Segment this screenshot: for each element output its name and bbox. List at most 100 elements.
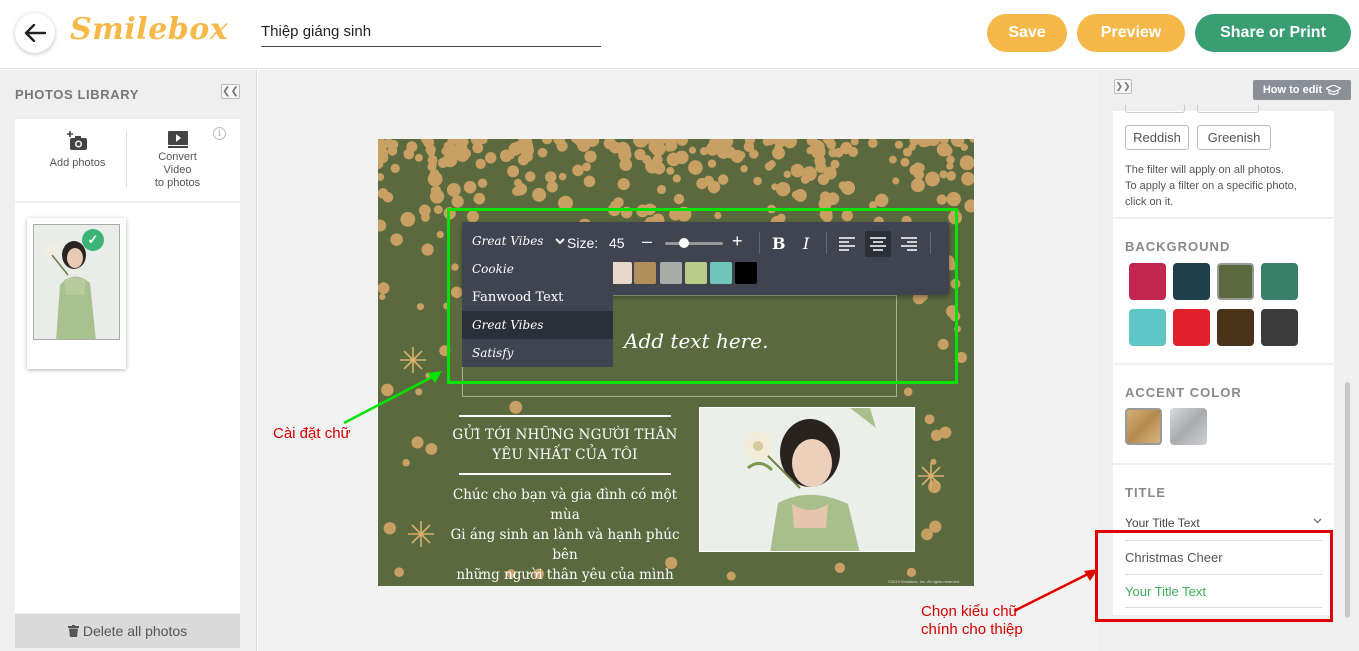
background-swatch[interactable] xyxy=(1173,263,1210,300)
filter-note-line: click on it. xyxy=(1125,196,1174,208)
size-slider[interactable] xyxy=(665,242,723,245)
annotation-right-note-line: Chọn kiểu chữ xyxy=(921,603,1019,620)
filter-button-partial[interactable] xyxy=(1197,105,1259,113)
convert-video-label-3: to photos xyxy=(154,177,201,189)
font-option-cookie[interactable]: Cookie xyxy=(462,255,613,283)
sparkle-star-icon xyxy=(408,521,434,547)
font-select-value: Great Vibes xyxy=(472,234,544,248)
convert-video-label-2: Video xyxy=(163,164,192,176)
filter-greenish-button[interactable]: Greenish xyxy=(1197,125,1271,150)
delete-all-photos-button[interactable]: Delete all photos xyxy=(15,614,240,648)
selected-check-icon: ✓ xyxy=(82,229,104,251)
toolbar-divider xyxy=(826,232,827,254)
accent-swatch-silver[interactable] xyxy=(1170,408,1207,445)
text-color-swatch[interactable] xyxy=(710,262,732,284)
font-option-great-vibes[interactable]: Great Vibes xyxy=(462,311,613,339)
filter-section: Reddish Greenish The filter will apply o… xyxy=(1113,105,1334,217)
background-heading: BACKGROUND xyxy=(1125,239,1231,254)
greeting-body-line: những người thân yêu của mình nhé! xyxy=(456,567,674,583)
bold-button[interactable]: B xyxy=(772,234,786,253)
align-center-button[interactable] xyxy=(865,231,891,257)
font-option-fanwood-text[interactable]: Fanwood Text xyxy=(462,283,613,311)
greeting-title-line: GỬI TỚI NHỮNG NGƯỜI THÂN xyxy=(452,427,678,443)
annotation-arrow xyxy=(343,371,442,425)
add-photos-label: Add photos xyxy=(49,157,106,169)
size-label: Size: xyxy=(567,235,599,251)
text-color-swatch[interactable] xyxy=(735,262,757,284)
trash-icon xyxy=(67,625,79,637)
background-swatch[interactable] xyxy=(1261,263,1298,300)
collapse-panel-button[interactable]: ❮❮ xyxy=(221,84,240,99)
background-section: BACKGROUND xyxy=(1113,219,1334,363)
add-camera-icon xyxy=(66,131,87,150)
background-swatch[interactable] xyxy=(1261,309,1298,346)
filter-reddish-button[interactable]: Reddish xyxy=(1125,125,1189,150)
toolbar-divider xyxy=(759,232,760,254)
accent-color-heading: ACCENT COLOR xyxy=(1125,385,1242,400)
photos-library-panel: PHOTOS LIBRARY ❮❮ Add photos Convert Vid… xyxy=(0,70,257,651)
how-to-edit-button[interactable]: How to edit xyxy=(1253,80,1351,100)
text-color-swatch[interactable] xyxy=(660,262,682,284)
delete-all-label: Delete all photos xyxy=(82,623,188,639)
align-right-button[interactable] xyxy=(896,231,922,257)
toolbar-divider xyxy=(930,232,931,254)
text-color-swatch[interactable] xyxy=(610,262,632,284)
font-option-satisfy[interactable]: Satisfy xyxy=(462,339,613,367)
save-button[interactable]: Save xyxy=(987,14,1067,52)
background-swatch[interactable] xyxy=(1217,263,1254,300)
chevron-down-icon xyxy=(1313,518,1322,524)
copyright-text: ©2019 Smilebox, Inc. All rights reserved… xyxy=(888,579,961,584)
card-photo[interactable] xyxy=(699,407,915,552)
photo-list: ✓ xyxy=(15,203,240,613)
info-icon[interactable]: i xyxy=(213,127,226,140)
how-to-edit-label: How to edit xyxy=(1262,84,1323,96)
background-swatch[interactable] xyxy=(1217,309,1254,346)
photo-thumbnail[interactable]: ✓ xyxy=(27,218,126,369)
share-or-print-button[interactable]: Share or Print xyxy=(1195,14,1351,52)
font-select[interactable]: Great Vibes xyxy=(472,234,566,248)
sparkle-star-icon xyxy=(918,463,944,489)
align-center-icon xyxy=(870,237,886,251)
panel-scrollbar[interactable] xyxy=(1345,382,1350,618)
convert-video-label-1: Convert xyxy=(158,151,197,163)
library-tools: Add photos Convert Video to photos i xyxy=(15,119,240,201)
accent-swatch-gold[interactable] xyxy=(1125,408,1162,445)
accent-color-section: ACCENT COLOR xyxy=(1113,365,1334,463)
card-title-input[interactable] xyxy=(261,17,601,47)
divider-rule xyxy=(459,473,671,475)
text-color-swatch[interactable] xyxy=(685,262,707,284)
italic-button[interactable]: I xyxy=(803,234,809,253)
size-value: 45 xyxy=(609,235,625,251)
convert-video-button[interactable]: Convert Video to photos xyxy=(145,131,210,190)
greeting-block[interactable]: GỬI TỚI NHỮNG NGƯỜI THÂN YÊU NHẤT CỦA TÔ… xyxy=(450,415,680,586)
add-photos-button[interactable]: Add photos xyxy=(45,131,110,170)
text-color-swatch[interactable] xyxy=(634,262,656,284)
expand-panel-button[interactable]: ❯❯ xyxy=(1114,79,1132,94)
size-slider-handle[interactable] xyxy=(679,238,689,248)
size-decrease-button[interactable]: – xyxy=(642,231,652,252)
divider xyxy=(126,131,127,187)
background-swatch[interactable] xyxy=(1173,309,1210,346)
filter-note-line: The filter will apply on all photos. xyxy=(1125,164,1284,176)
divider-rule xyxy=(459,415,671,417)
greeting-title: GỬI TỚI NHỮNG NGƯỜI THÂN YÊU NHẤT CỦA TÔ… xyxy=(450,425,680,465)
background-swatch[interactable] xyxy=(1129,263,1166,300)
photo-thumbnail-image xyxy=(33,224,120,340)
size-increase-button[interactable]: + xyxy=(732,231,743,252)
annotation-arrow xyxy=(1013,569,1098,613)
title-heading: TITLE xyxy=(1125,485,1167,500)
greeting-title-line: YÊU NHẤT CỦA TÔI xyxy=(492,447,638,463)
woman-with-flower-image xyxy=(700,408,914,551)
filter-note: The filter will apply on all photos. To … xyxy=(1125,162,1330,210)
greeting-body-line: Chúc cho bạn và gia đình có một mùa xyxy=(452,487,678,523)
preview-button[interactable]: Preview xyxy=(1077,14,1185,52)
filter-button-partial[interactable] xyxy=(1125,105,1185,113)
video-icon xyxy=(167,131,188,148)
title-style-select[interactable]: Your Title Text xyxy=(1125,516,1322,530)
chevron-down-icon xyxy=(555,237,566,244)
background-swatch[interactable] xyxy=(1129,309,1166,346)
back-button[interactable] xyxy=(15,13,55,53)
font-dropdown: Cookie Fanwood Text Great Vibes Satisfy xyxy=(462,255,613,367)
double-chevron-right-icon: ❯❯ xyxy=(1115,81,1131,91)
align-left-button[interactable] xyxy=(834,231,860,257)
